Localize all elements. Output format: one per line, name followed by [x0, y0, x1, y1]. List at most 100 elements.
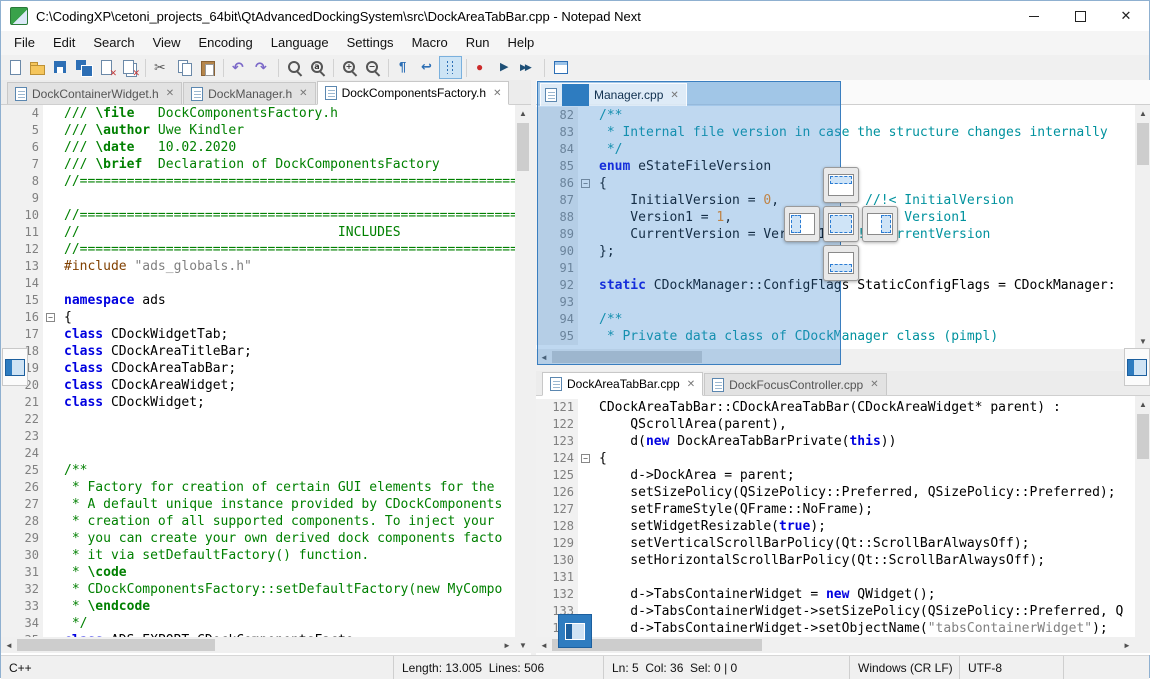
tab-close-icon[interactable]: ✕ — [670, 90, 678, 101]
dock-indicator-left[interactable] — [784, 206, 820, 242]
tab-DockComponentsFactory.h[interactable]: DockComponentsFactory.h✕ — [317, 81, 510, 105]
dock-indicator-bottom[interactable] — [823, 245, 859, 281]
drag-tab-label: Manager.cpp — [594, 88, 663, 102]
top-right-vertical-scrollbar[interactable]: ▲ ▼ — [1135, 105, 1150, 349]
tab-DockFocusController.cpp[interactable]: DockFocusController.cpp✕ — [704, 373, 886, 395]
menu-item-encoding[interactable]: Encoding — [190, 31, 262, 55]
auto-hide-tab-bottom[interactable] — [558, 614, 592, 648]
auto-hide-tab-right[interactable] — [1124, 348, 1150, 386]
fold-margin — [43, 122, 59, 139]
status-eol-format[interactable]: Windows (CR LF) — [849, 656, 959, 679]
menu-item-view[interactable]: View — [144, 31, 190, 55]
status-language[interactable]: C++ — [1, 656, 393, 679]
left-tab-bar: DockContainerWidget.h✕DockManager.h✕Dock… — [1, 80, 531, 105]
toolbar-macro-play-button[interactable] — [494, 56, 517, 79]
line-number: 13 — [1, 258, 43, 275]
fold-margin — [578, 399, 594, 416]
toolbar-indent-guide-button[interactable] — [439, 56, 462, 79]
toolbar-redo-button[interactable] — [251, 56, 274, 79]
scroll-up-arrow[interactable]: ▲ — [515, 105, 531, 121]
toolbar-close-button[interactable] — [95, 56, 118, 79]
toolbar-replace-button[interactable] — [306, 56, 329, 79]
toolbar-panel-layout-button[interactable] — [549, 56, 572, 79]
line-number: 27 — [1, 496, 43, 513]
scroll-left-arrow[interactable]: ◄ — [536, 637, 552, 653]
toolbar-zoom-out-button[interactable] — [361, 56, 384, 79]
maximize-button[interactable] — [1057, 1, 1103, 31]
toolbar-close-all-button[interactable] — [118, 56, 141, 79]
scroll-up-arrow[interactable]: ▲ — [1135, 396, 1150, 412]
toolbar-word-wrap-button[interactable] — [416, 56, 439, 79]
toolbar-show-symbols-button[interactable] — [393, 56, 416, 79]
toolbar-find-button[interactable] — [283, 56, 306, 79]
fold-marker-icon[interactable] — [43, 309, 59, 326]
toolbar-undo-button[interactable] — [228, 56, 251, 79]
toolbar-save-all-button[interactable] — [72, 56, 95, 79]
dock-indicator-right[interactable] — [862, 206, 898, 242]
scroll-down-arrow[interactable]: ▼ — [1135, 333, 1150, 349]
tab-DockManager.h[interactable]: DockManager.h✕ — [183, 82, 315, 104]
editor-dockcomponentsfactory[interactable]: 4/// \file DockComponentsFactory.h5/// \… — [1, 105, 515, 639]
fold-margin — [43, 360, 59, 377]
fold-margin — [578, 484, 594, 501]
menu-item-help[interactable]: Help — [499, 31, 544, 55]
scroll-thumb[interactable] — [17, 639, 215, 651]
code-line: 130 setHorizontalScrollBarPolicy(Qt::Scr… — [536, 552, 1135, 569]
scroll-up-arrow[interactable]: ▲ — [1135, 105, 1150, 121]
fold-margin — [43, 258, 59, 275]
toolbar-paste-button[interactable] — [196, 56, 219, 79]
toolbar-cut-button[interactable] — [150, 56, 173, 79]
tab-close-icon[interactable]: ✕ — [687, 379, 695, 390]
auto-hide-tab-left[interactable] — [2, 348, 28, 386]
tab-close-icon[interactable]: ✕ — [493, 88, 501, 99]
fold-margin — [43, 411, 59, 428]
toolbar-open-file-button[interactable] — [26, 56, 49, 79]
menu-item-macro[interactable]: Macro — [403, 31, 457, 55]
scroll-thumb[interactable] — [1137, 123, 1149, 165]
dock-indicator-top[interactable] — [823, 167, 859, 203]
line-number: 32 — [1, 581, 43, 598]
close-button[interactable]: ✕ — [1103, 1, 1149, 31]
toolbar-macro-run-button[interactable] — [517, 56, 540, 79]
toolbar-new-file-button[interactable] — [3, 56, 26, 79]
scroll-right-arrow[interactable]: ► — [499, 637, 515, 653]
scroll-thumb[interactable] — [1137, 414, 1149, 459]
scroll-thumb[interactable] — [517, 123, 529, 171]
zoom-out-icon — [364, 59, 381, 76]
toolbar-save-button[interactable] — [49, 56, 72, 79]
menu-item-language[interactable]: Language — [262, 31, 338, 55]
fold-margin — [43, 173, 59, 190]
line-number: 123 — [536, 433, 578, 450]
tab-close-icon[interactable]: ✕ — [870, 379, 878, 390]
fold-marker-icon[interactable] — [578, 450, 594, 467]
dock-indicator-center[interactable] — [823, 206, 859, 242]
toolbar-copy-button[interactable] — [173, 56, 196, 79]
scroll-down-arrow[interactable]: ▼ — [515, 637, 531, 653]
line-number: 14 — [1, 275, 43, 292]
document-icon — [325, 86, 337, 100]
dock-widget-icon — [5, 359, 25, 376]
drag-preview-tab[interactable]: Manager.cpp ✕ — [540, 83, 687, 106]
toolbar-macro-record-button[interactable] — [471, 56, 494, 79]
scroll-left-arrow[interactable]: ◄ — [1, 637, 17, 653]
tab-DockContainerWidget.h[interactable]: DockContainerWidget.h✕ — [7, 82, 182, 104]
bottom-right-vertical-scrollbar[interactable]: ▲ ▼ — [1135, 396, 1150, 653]
editor-dockareatabbar[interactable]: 121CDockAreaTabBar::CDockAreaTabBar(CDoc… — [536, 399, 1135, 637]
dock-bottom-icon — [828, 252, 854, 274]
toolbar-zoom-in-button[interactable] — [338, 56, 361, 79]
status-encoding[interactable]: UTF-8 — [959, 656, 1063, 679]
line-number: 7 — [1, 156, 43, 173]
left-vertical-scrollbar[interactable]: ▲ ▼ — [515, 105, 531, 653]
menu-item-search[interactable]: Search — [84, 31, 143, 55]
scroll-right-arrow[interactable]: ► — [1119, 637, 1135, 653]
minimize-button[interactable] — [1011, 1, 1057, 31]
tab-close-icon[interactable]: ✕ — [299, 88, 307, 99]
menu-item-file[interactable]: File — [5, 31, 44, 55]
tab-DockAreaTabBar.cpp[interactable]: DockAreaTabBar.cpp✕ — [542, 372, 703, 396]
left-horizontal-scrollbar[interactable]: ◄ ► — [1, 637, 515, 653]
tab-close-icon[interactable]: ✕ — [166, 88, 174, 99]
menu-item-run[interactable]: Run — [457, 31, 499, 55]
menu-item-edit[interactable]: Edit — [44, 31, 84, 55]
menu-item-settings[interactable]: Settings — [338, 31, 403, 55]
bottom-right-horizontal-scrollbar[interactable]: ◄ ► — [536, 637, 1135, 653]
